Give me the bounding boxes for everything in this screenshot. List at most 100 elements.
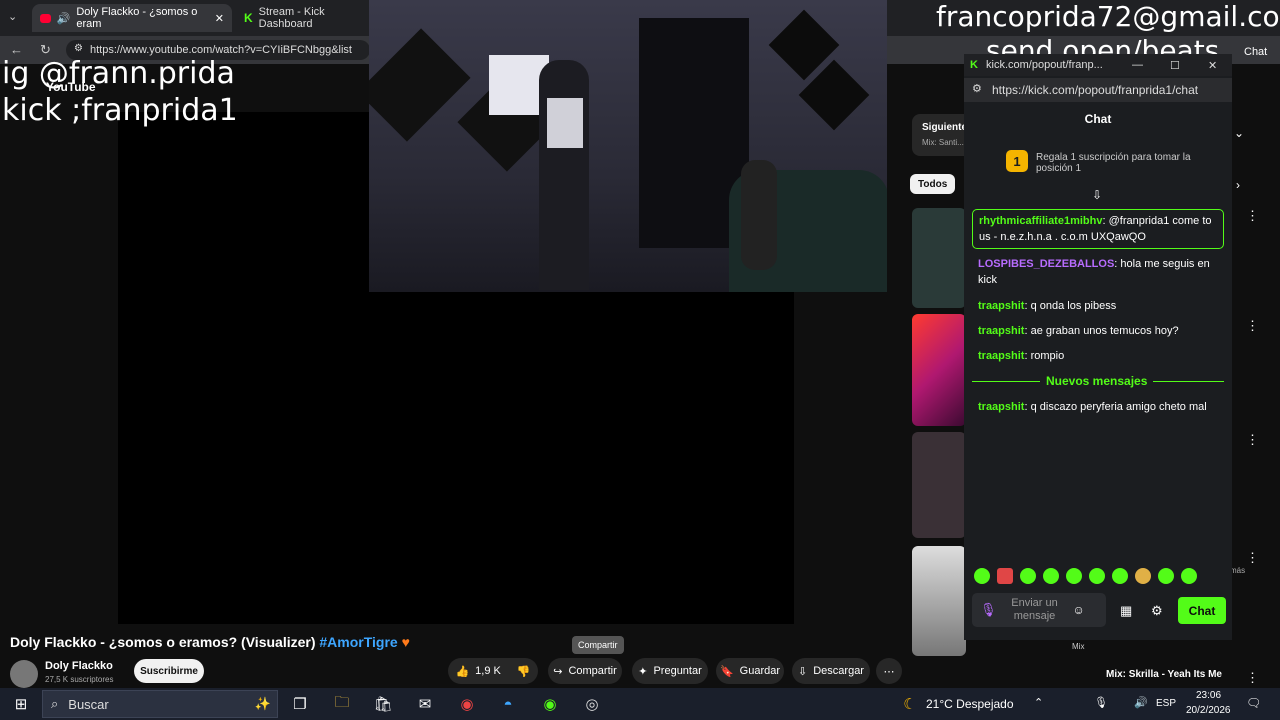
- task-view-icon[interactable]: ❐: [288, 692, 312, 716]
- mix-title[interactable]: Mix: Skrilla - Yeah Its Me: [1106, 669, 1222, 680]
- chat-username[interactable]: traapshit: [978, 350, 1024, 362]
- chat-input[interactable]: 🎙 Enviar un mensaje ☺: [972, 593, 1106, 627]
- white-shirt: [547, 98, 583, 148]
- weather-text[interactable]: 21°C Despejado: [926, 697, 1014, 711]
- up-next-card[interactable]: Siguiente: Mix: Santi...: [912, 114, 972, 156]
- tab-label: Stream - Kick Dashboard: [258, 6, 325, 30]
- chat-text: q onda los pibess: [1030, 300, 1117, 312]
- video-thumbnail[interactable]: [912, 314, 966, 426]
- language-indicator[interactable]: ESP: [1156, 698, 1176, 709]
- chevron-down-icon[interactable]: ⌄: [1234, 126, 1244, 140]
- tab-kick-dashboard[interactable]: K Stream - Kick Dashboard: [236, 4, 370, 32]
- more-vert-icon[interactable]: ⋮: [1246, 318, 1259, 334]
- emoji-icon[interactable]: ☺: [1073, 603, 1085, 617]
- chat-message: LOSPIBES_DEZEBALLOS: hola me seguis en k…: [978, 258, 1210, 286]
- chat-message: traapshit: ae graban unos temucos hoy?: [978, 325, 1179, 337]
- obs-icon[interactable]: ◎: [580, 692, 604, 716]
- mic-tray-icon[interactable]: 🎙: [1094, 696, 1108, 709]
- ask-button[interactable]: ✦ Preguntar: [632, 658, 708, 684]
- more-vert-icon[interactable]: ⋮: [1246, 670, 1259, 686]
- clock-date[interactable]: 20/2/2026: [1186, 705, 1231, 716]
- share-label: Compartir: [568, 665, 617, 677]
- chat-username[interactable]: LOSPIBES_DEZEBALLOS: [978, 258, 1114, 270]
- download-button[interactable]: ⇩ Descargar: [792, 658, 870, 684]
- settings-icon[interactable]: ⚙: [1151, 603, 1163, 619]
- video-thumbnail[interactable]: [912, 208, 966, 308]
- close-tab-icon[interactable]: ✕: [215, 12, 224, 25]
- video-thumbnail[interactable]: [912, 432, 966, 538]
- chat-top-label[interactable]: Chat: [1244, 46, 1267, 58]
- taskbar-search[interactable]: ⌕ Buscar ✨: [42, 690, 278, 718]
- chat-message: traapshit: q discazo peryferia amigo che…: [978, 401, 1207, 413]
- more-vert-icon[interactable]: ⋮: [1246, 550, 1259, 566]
- sub-rank-badge: 1: [1006, 150, 1028, 172]
- filter-chip-all[interactable]: Todos: [910, 174, 956, 194]
- channel-name[interactable]: Doly Flackko: [45, 660, 113, 672]
- emote-icon[interactable]: [1089, 568, 1105, 584]
- person-sitting: [741, 160, 777, 270]
- gift-sub-prompt[interactable]: Regala 1 suscripción para tomar la posic…: [1036, 152, 1206, 174]
- pinned-toggle-icon[interactable]: ⇩: [1092, 188, 1102, 202]
- site-info-icon[interactable]: ⚙: [74, 43, 83, 54]
- kick-url-text: https://kick.com/popout/franprida1/chat: [992, 83, 1199, 97]
- mic-icon[interactable]: 🎙: [980, 602, 997, 618]
- tab-list-chevron-icon[interactable]: ⌄: [8, 10, 17, 23]
- chrome-profile-icon[interactable]: ◉: [538, 692, 562, 716]
- save-button[interactable]: 🔖 Guardar: [716, 658, 784, 684]
- emote-icon[interactable]: [997, 568, 1013, 584]
- more-button[interactable]: ⋯: [876, 658, 902, 684]
- copilot-sparkle-icon[interactable]: ✨: [255, 696, 271, 712]
- up-next-sub: Mix: Santi...: [922, 138, 964, 147]
- notifications-icon[interactable]: 🗨: [1246, 696, 1261, 710]
- hashtag-link[interactable]: #AmorTigre: [319, 634, 397, 650]
- store-icon[interactable]: ▦: [1120, 603, 1132, 619]
- more-vert-icon[interactable]: ⋮: [1246, 432, 1259, 448]
- like-icon[interactable]: 👍: [455, 665, 469, 678]
- like-count[interactable]: 1,9 K: [475, 665, 501, 677]
- volume-icon[interactable]: 🔊: [1134, 696, 1148, 709]
- video-thumbnail[interactable]: [912, 546, 966, 656]
- chat-username[interactable]: traapshit: [978, 300, 1024, 312]
- tray-chevron-icon[interactable]: ⌃: [1034, 696, 1043, 709]
- search-icon: ⌕: [51, 696, 59, 711]
- windows-start-icon[interactable]: ⊞: [9, 692, 33, 716]
- emote-icon[interactable]: [1181, 568, 1197, 584]
- close-icon[interactable]: ✕: [1208, 59, 1217, 72]
- minimize-icon[interactable]: —: [1132, 59, 1143, 71]
- emote-icon[interactable]: [1135, 568, 1151, 584]
- share-button[interactable]: ↪ Compartir: [548, 658, 622, 684]
- clock-time[interactable]: 23:06: [1196, 690, 1221, 701]
- subscribe-button[interactable]: Suscribirme: [134, 659, 204, 683]
- emote-icon[interactable]: [1158, 568, 1174, 584]
- chat-username[interactable]: traapshit: [978, 325, 1024, 337]
- mail-icon[interactable]: ✉: [413, 692, 437, 716]
- chat-username[interactable]: traapshit: [978, 401, 1024, 413]
- more-vert-icon[interactable]: ⋮: [1246, 208, 1259, 224]
- emote-icon[interactable]: [974, 568, 990, 584]
- file-explorer-icon[interactable]: 🗀: [330, 692, 354, 716]
- dislike-icon[interactable]: 👎: [517, 665, 531, 678]
- chat-username[interactable]: rhythmicaffiliate1mibhv: [979, 215, 1102, 227]
- store-icon[interactable]: 🛍: [371, 692, 395, 716]
- edge-icon[interactable]: ◓: [496, 692, 520, 716]
- back-icon[interactable]: ←: [10, 42, 23, 57]
- kick-url-bar[interactable]: ⚙ https://kick.com/popout/franprida1/cha…: [964, 78, 1232, 102]
- send-chat-button[interactable]: Chat: [1178, 597, 1226, 624]
- emote-icon[interactable]: [1020, 568, 1036, 584]
- site-info-icon[interactable]: ⚙: [972, 82, 982, 95]
- kick-window-title: kick.com/popout/franp...: [986, 59, 1103, 71]
- weather-moon-icon: ☾: [903, 696, 917, 713]
- like-dislike-pill: 👍 1,9 K 👎: [448, 658, 538, 684]
- chevron-right-icon[interactable]: ›: [1236, 178, 1240, 192]
- maximize-icon[interactable]: ☐: [1170, 59, 1180, 72]
- emote-icon[interactable]: [1043, 568, 1059, 584]
- channel-avatar[interactable]: [10, 660, 38, 688]
- overlay-email: francoprida72@gmail.com: [936, 0, 1280, 33]
- emote-icon[interactable]: [1066, 568, 1082, 584]
- emote-icon[interactable]: [1112, 568, 1128, 584]
- subscriber-count: 27,5 K suscriptores: [45, 675, 114, 684]
- tab-youtube[interactable]: 🔊 Doly Flackko - ¿somos o eram ✕: [32, 4, 232, 32]
- url-text: https://www.youtube.com/watch?v=CYIiBFCN…: [90, 44, 352, 56]
- bookmark-icon: 🔖: [719, 665, 734, 678]
- chrome-icon[interactable]: ◉: [455, 692, 479, 716]
